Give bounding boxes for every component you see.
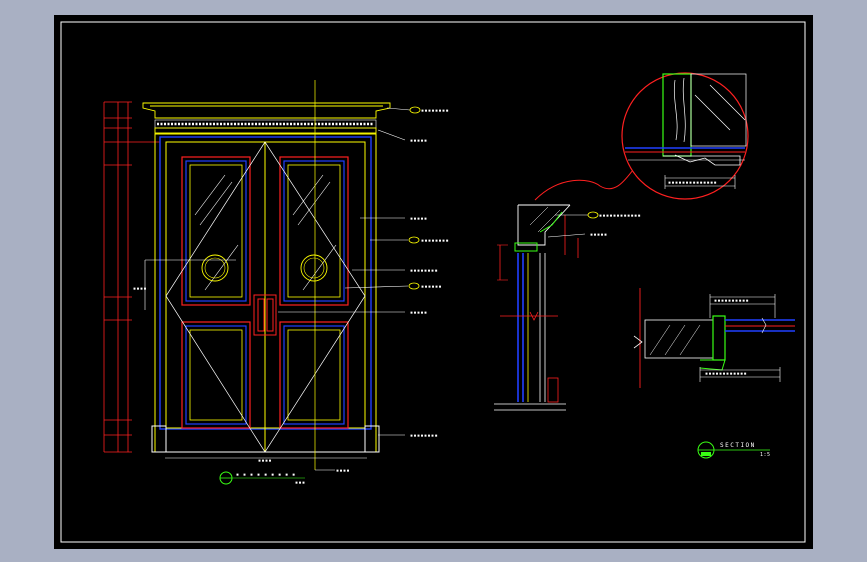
svg-text:▪▪▪▪▪▪▪▪: ▪▪▪▪▪▪▪▪ [410, 268, 438, 274]
section-tag: SECTION 1:5 [697, 441, 771, 459]
center-axis-label: ▪▪▪▪ [336, 468, 350, 474]
elevation-tag: ▪ ▪ ▪ ▪ ▪ ▪ ▪ ▪ ▪ ▪▪▪ [219, 471, 306, 486]
detail-callout-leader [534, 169, 634, 201]
svg-text:▪▪▪▪▪: ▪▪▪▪▪ [410, 216, 428, 222]
detail-dimension: ▪▪▪▪▪▪▪▪▪▪▪▪▪▪ [668, 180, 717, 186]
section-note-2: ▪▪▪▪▪ [590, 232, 608, 238]
svg-text:▪▪▪▪▪▪▪▪: ▪▪▪▪▪▪▪▪ [421, 108, 449, 114]
annotation-texts: ▪▪▪▪▪▪▪▪ ▪▪▪▪▪ ▪▪▪▪▪ ▪▪▪▪▪▪▪▪ ▪▪▪▪▪▪▪▪ ▪… [410, 108, 449, 439]
width-dimension-value: ▪▪▪▪ [258, 458, 272, 464]
svg-text:▪▪▪▪▪: ▪▪▪▪▪ [410, 310, 428, 316]
svg-text:▪▪▪▪▪▪▪▪: ▪▪▪▪▪▪▪▪ [410, 433, 438, 439]
left-dimension-chain [103, 101, 160, 453]
section-scale: 1:5 [760, 452, 771, 458]
height-label: ▪▪▪▪ [133, 286, 147, 292]
elevation-scale: ▪▪▪ [295, 480, 306, 486]
door-cornice [142, 102, 391, 134]
hsection-dim-top: ▪▪▪▪▪▪▪▪▪▪ [714, 298, 749, 304]
door-elevation: ▪▪▪▪ ▪▪▪▪ ▪▪▪▪ ▪ ▪ ▪ ▪ ▪ ▪ ▪ ▪ ▪ ▪▪▪ ▪▪▪… [103, 80, 449, 486]
horizontal-section: ▪▪▪▪▪▪▪▪▪▪ ▪▪▪▪▪▪▪▪▪▪▪▪ [633, 288, 795, 388]
svg-text:▪▪▪▪▪▪▪▪: ▪▪▪▪▪▪▪▪ [421, 238, 449, 244]
annotation-bubbles [408, 106, 421, 290]
svg-text:▪▪▪▪▪▪: ▪▪▪▪▪▪ [421, 284, 442, 290]
elevation-title: ▪ ▪ ▪ ▪ ▪ ▪ ▪ ▪ ▪ [236, 472, 296, 478]
hsection-dim-bottom: ▪▪▪▪▪▪▪▪▪▪▪▪ [705, 371, 747, 377]
svg-text:▪▪▪▪▪: ▪▪▪▪▪ [410, 138, 428, 144]
section-title: SECTION [720, 442, 756, 449]
cad-drawing-canvas: ▪▪▪▪ ▪▪▪▪ ▪▪▪▪ ▪ ▪ ▪ ▪ ▪ ▪ ▪ ▪ ▪ ▪▪▪ ▪▪▪… [60, 21, 806, 543]
enlarged-detail: ▪▪▪▪▪▪▪▪▪▪▪▪▪▪ [621, 72, 749, 200]
vertical-section: ▪▪▪▪▪▪▪▪▪▪▪▪ ▪▪▪▪▪ [494, 204, 641, 411]
section-note-1: ▪▪▪▪▪▪▪▪▪▪▪▪ [599, 213, 641, 219]
